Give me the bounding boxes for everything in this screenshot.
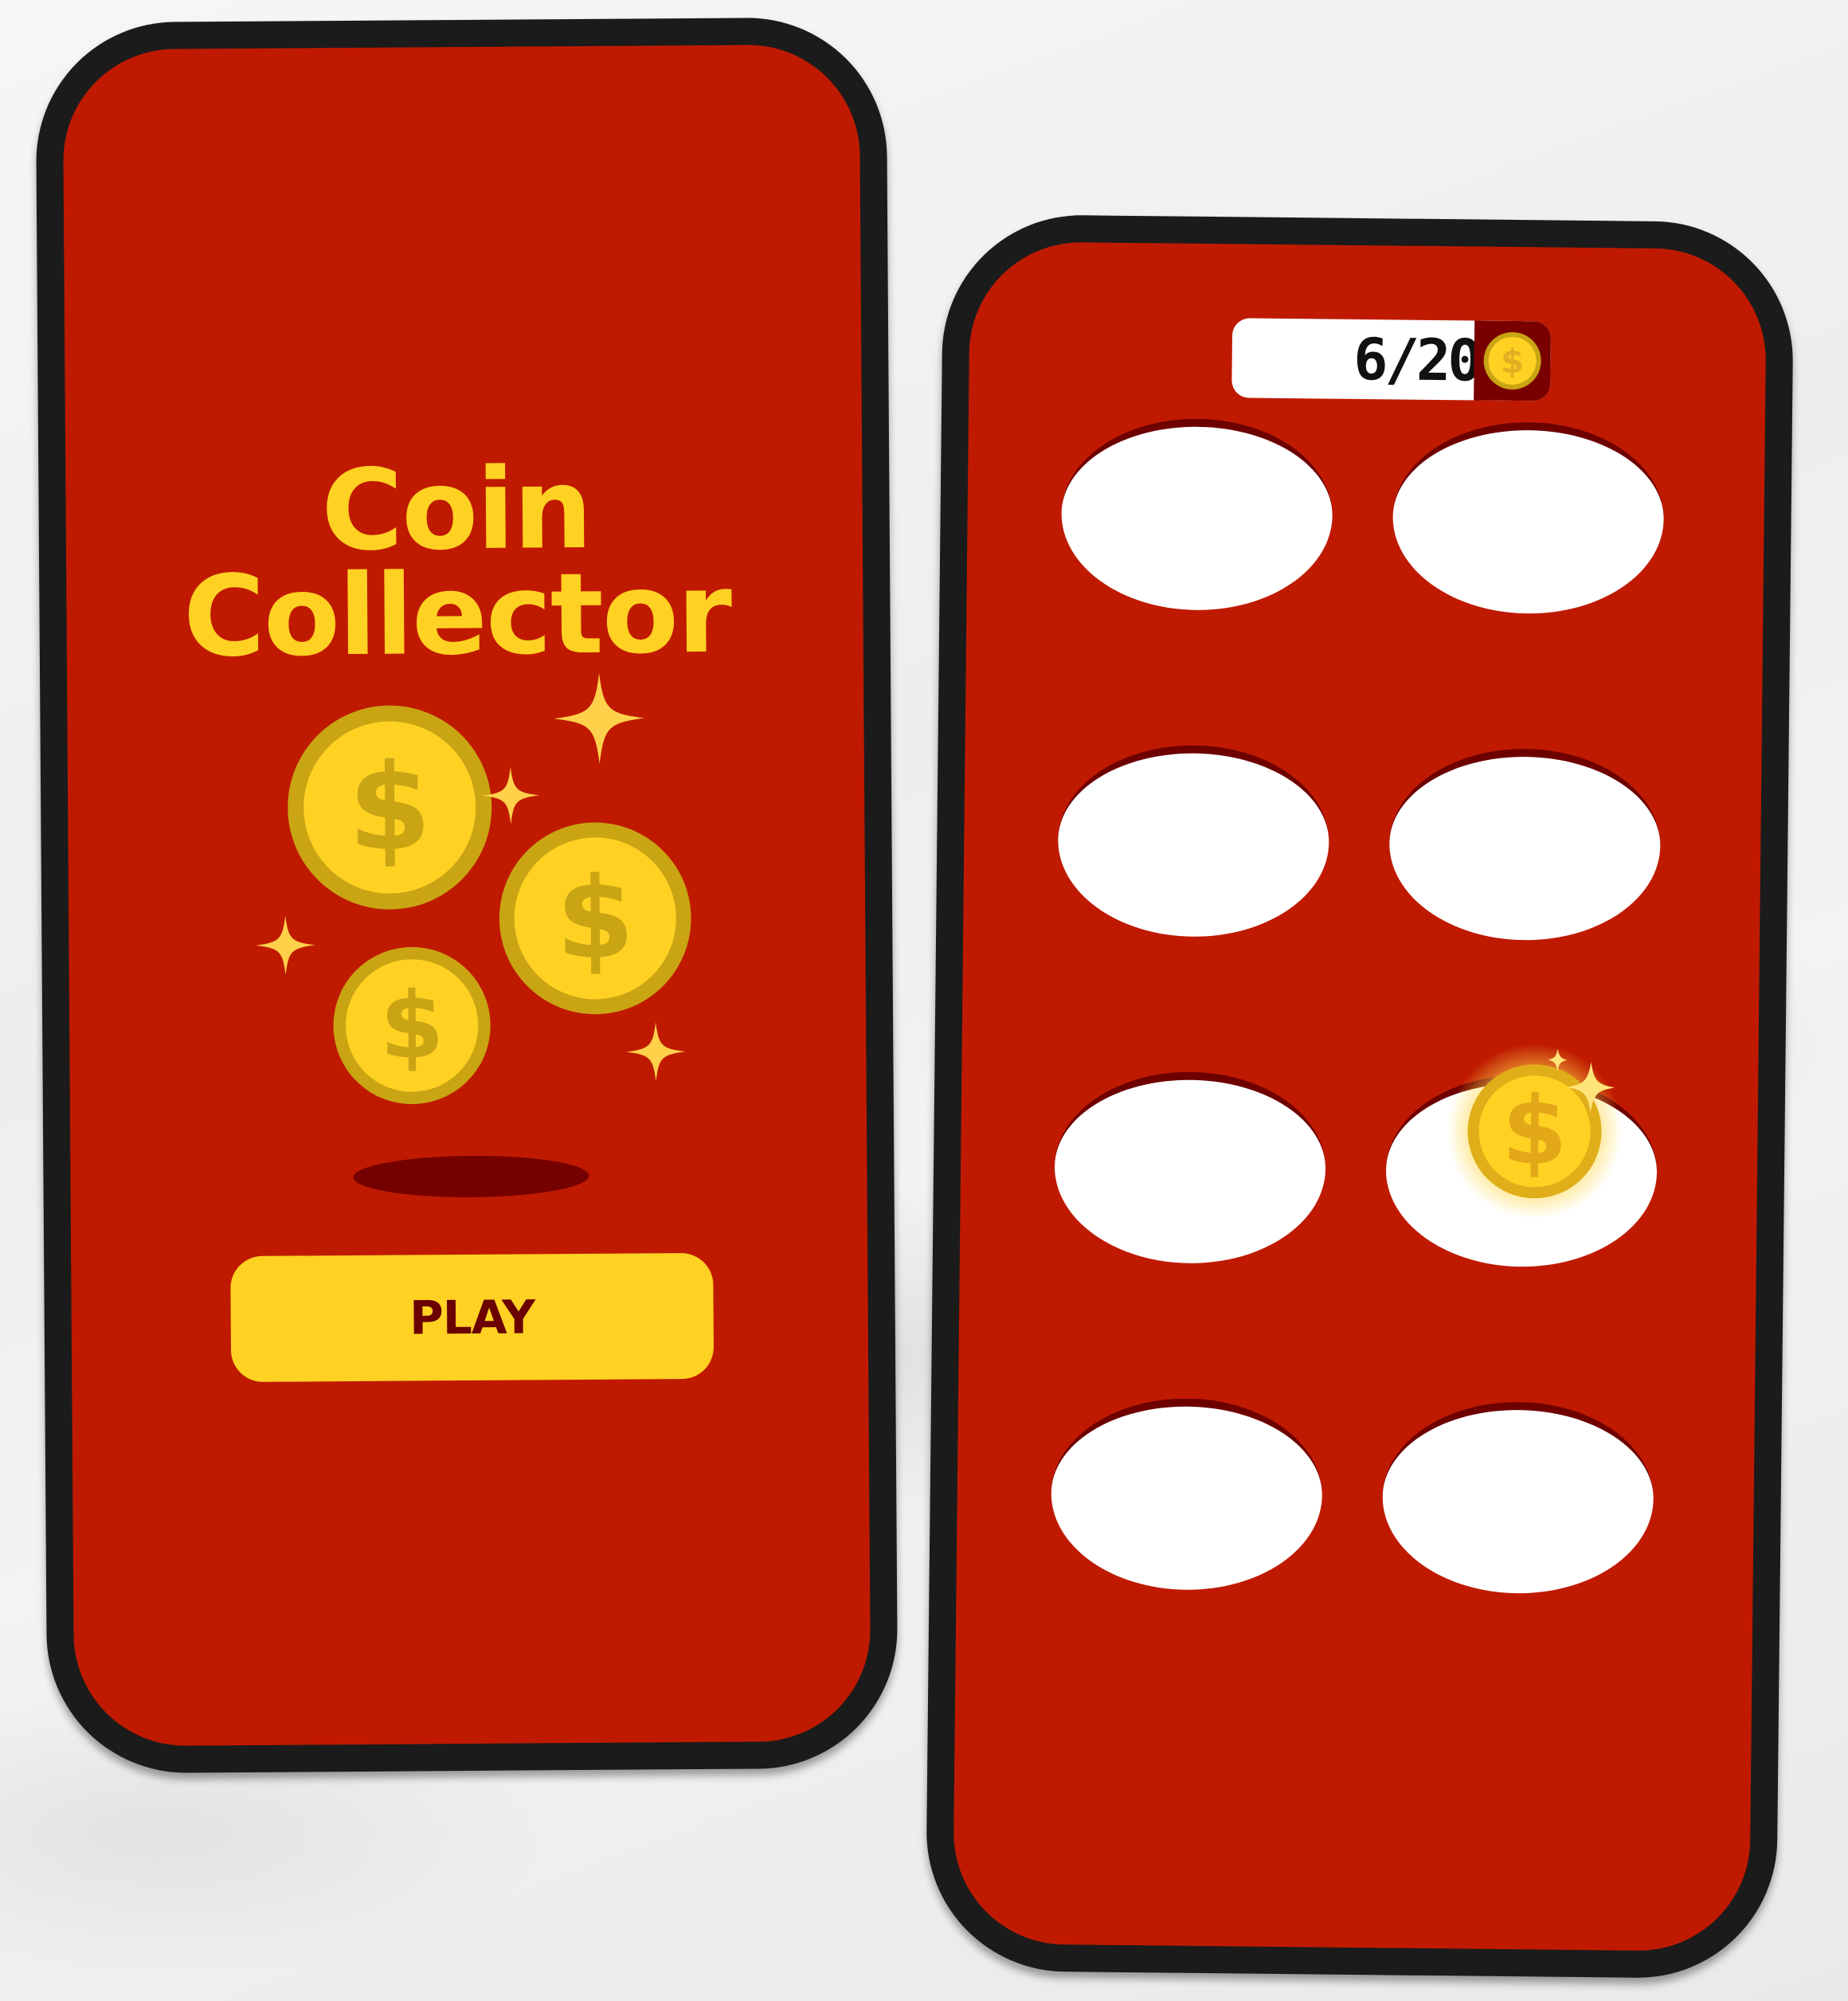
coin-icon — [332, 946, 491, 1105]
coin-icon — [287, 704, 493, 910]
game-screen: 6/20 $ $ — [952, 241, 1768, 1952]
coin-hole[interactable] — [1388, 747, 1662, 942]
sparkle-icon — [625, 1021, 686, 1082]
svg-text:$: $ — [1502, 1075, 1568, 1186]
start-screen: Coin Collector $ PLAY — [62, 44, 871, 1747]
coin-illustration: $ — [255, 672, 692, 1105]
svg-text:$: $ — [1501, 342, 1525, 381]
coin-hole[interactable] — [1392, 421, 1665, 615]
game-screen-phone: 6/20 $ $ — [925, 213, 1795, 1979]
coin-hole[interactable] — [1381, 1400, 1654, 1595]
sparkle-icon — [255, 915, 315, 976]
score-text: 6/20 — [1353, 325, 1480, 394]
play-button[interactable]: PLAY — [230, 1252, 715, 1383]
coin-icon: $ — [1474, 320, 1552, 401]
coin-icon — [499, 821, 692, 1016]
collectible-coin[interactable]: $ — [1446, 1043, 1623, 1220]
coin-hole[interactable] — [1057, 744, 1330, 938]
start-screen-phone: Coin Collector $ PLAY — [35, 17, 899, 1774]
coin-hole[interactable] — [1053, 1071, 1327, 1265]
score-counter: 6/20 $ — [1231, 318, 1552, 401]
coin-hole[interactable] — [1060, 417, 1333, 612]
coin-hole[interactable] — [1050, 1396, 1324, 1592]
sparkle-icon — [554, 672, 645, 765]
